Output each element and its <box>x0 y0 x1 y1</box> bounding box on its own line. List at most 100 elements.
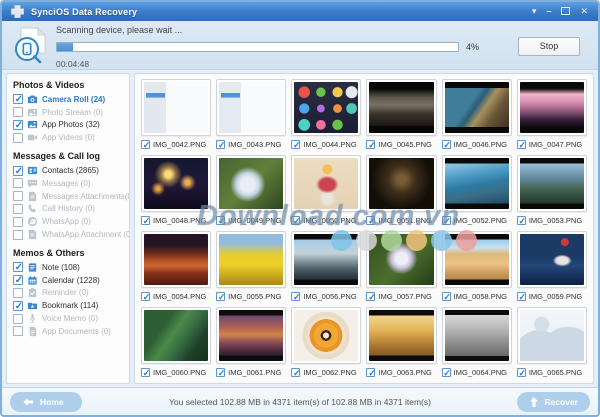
photo-thumbnail[interactable] <box>517 79 587 136</box>
messages-attachments-checkbox[interactable] <box>13 191 23 201</box>
photo-checkbox[interactable] <box>216 216 225 225</box>
sidebar-item-app-photos[interactable]: App Photos (32) <box>13 119 125 132</box>
photo-checkbox[interactable] <box>517 216 526 225</box>
photo-checkbox[interactable] <box>442 140 451 149</box>
photo-thumbnail[interactable] <box>517 155 587 212</box>
photo-checkbox[interactable] <box>141 216 150 225</box>
stop-button[interactable]: Stop <box>518 37 580 56</box>
photo-thumbnail[interactable] <box>141 307 211 364</box>
photo-thumbnail[interactable] <box>366 231 436 288</box>
maximize-button[interactable] <box>561 7 570 17</box>
sidebar-item-app-videos[interactable]: App Videos (0) <box>13 131 125 144</box>
app-photos-checkbox[interactable] <box>13 120 23 130</box>
sidebar-item-contacts[interactable]: Contacts (2865) <box>13 164 125 177</box>
photo-checkbox[interactable] <box>291 368 300 377</box>
elapsed-time: 00:04:48 <box>56 59 580 69</box>
photo-checkbox[interactable] <box>216 140 225 149</box>
photo-thumbnail[interactable] <box>366 307 436 364</box>
sidebar-item-whatsapp[interactable]: WhatsApp (0) <box>13 215 125 228</box>
sidebar-item-calendar[interactable]: Calendar (1228) <box>13 274 125 287</box>
photo-checkbox[interactable] <box>141 140 150 149</box>
contacts-checkbox[interactable] <box>13 166 23 176</box>
photo-thumbnail[interactable] <box>442 155 512 212</box>
photo-cell: IMG_0064.PNG <box>442 307 512 378</box>
sidebar-item-messages[interactable]: Messages (0) <box>13 177 125 190</box>
sidebar-item-photo-stream[interactable]: Photo Stream (0) <box>13 106 125 119</box>
app-videos-checkbox[interactable] <box>13 133 23 143</box>
photo-checkbox[interactable] <box>517 292 526 301</box>
photo-thumbnail[interactable] <box>442 231 512 288</box>
photo-thumbnail[interactable] <box>141 155 211 212</box>
photo-thumbnail[interactable] <box>216 307 286 364</box>
photo-cell: IMG_0045.PNG <box>366 79 436 150</box>
photo-thumbnail[interactable] <box>442 79 512 136</box>
sidebar-item-note[interactable]: Note (108) <box>13 261 125 274</box>
photo-checkbox[interactable] <box>366 368 375 377</box>
calendar-checkbox[interactable] <box>13 275 23 285</box>
photo-checkbox[interactable] <box>216 292 225 301</box>
photo-checkbox[interactable] <box>442 292 451 301</box>
photo-thumbnail[interactable] <box>366 79 436 136</box>
whatsapp-checkbox[interactable] <box>13 217 23 227</box>
photo-checkbox[interactable] <box>366 292 375 301</box>
note-icon <box>26 262 39 273</box>
photo-checkbox[interactable] <box>141 292 150 301</box>
photo-thumbnail[interactable] <box>291 307 361 364</box>
photo-thumbnail[interactable] <box>216 231 286 288</box>
sidebar-item-label: Calendar (1228) <box>42 276 100 285</box>
sidebar-item-messages-attachments[interactable]: Messages Attachments(0) <box>13 190 125 203</box>
photo-thumbnail[interactable] <box>291 79 361 136</box>
chat-bubble-icon <box>26 178 39 189</box>
sidebar-item-whatsapp-attachment[interactable]: WhatsApp Attachment (0) <box>13 228 125 241</box>
photo-thumbnail[interactable] <box>216 155 286 212</box>
home-button[interactable]: Home <box>10 392 82 412</box>
photo-checkbox[interactable] <box>366 140 375 149</box>
photo-thumbnail[interactable] <box>366 155 436 212</box>
note-checkbox[interactable] <box>13 262 23 272</box>
photo-thumbnail[interactable] <box>517 231 587 288</box>
minimize-button[interactable] <box>546 7 551 16</box>
photo-checkbox[interactable] <box>366 216 375 225</box>
photo-checkbox[interactable] <box>291 216 300 225</box>
photo-checkbox[interactable] <box>442 216 451 225</box>
photo-stream-checkbox[interactable] <box>13 107 23 117</box>
sidebar-item-reminder[interactable]: Reminder (0) <box>13 287 125 300</box>
photo-filename: IMG_0045.PNG <box>378 140 431 149</box>
photo-cell: IMG_0049.PNG <box>216 155 286 226</box>
photo-thumbnail[interactable] <box>141 231 211 288</box>
photo-thumbnail[interactable] <box>442 307 512 364</box>
messages-checkbox[interactable] <box>13 178 23 188</box>
sidebar-item-call-history[interactable]: Call History (0) <box>13 203 125 216</box>
camera-roll-checkbox[interactable] <box>13 94 23 104</box>
call-history-checkbox[interactable] <box>13 204 23 214</box>
photo-thumbnail[interactable] <box>517 307 587 364</box>
photo-checkbox[interactable] <box>141 368 150 377</box>
sidebar-item-app-documents[interactable]: App Documents (0) <box>13 325 125 338</box>
section-photos-videos: Photos & Videos <box>13 80 125 90</box>
photo-filename: IMG_0044.PNG <box>303 140 356 149</box>
photo-checkbox[interactable] <box>291 140 300 149</box>
photo-thumbnail[interactable] <box>216 79 286 136</box>
app-documents-checkbox[interactable] <box>13 326 23 336</box>
sidebar-item-label: Camera Roll (24) <box>42 95 105 104</box>
photo-filename: IMG_0051.PNG <box>378 216 431 225</box>
whatsapp-attachment-checkbox[interactable] <box>13 230 23 240</box>
scan-progress-fill <box>57 43 73 51</box>
sidebar-item-camera-roll[interactable]: Camera Roll (24) <box>13 93 125 106</box>
voice-memo-checkbox[interactable] <box>13 314 23 324</box>
photo-thumbnail[interactable] <box>291 231 361 288</box>
photo-checkbox[interactable] <box>517 368 526 377</box>
sidebar-item-bookmark[interactable]: Bookmark (114) <box>13 299 125 312</box>
sidebar-item-voice-memo[interactable]: Voice Memo (0) <box>13 312 125 325</box>
photo-thumbnail[interactable] <box>141 79 211 136</box>
menu-dropdown-icon[interactable] <box>532 7 537 16</box>
photo-checkbox[interactable] <box>291 292 300 301</box>
photo-thumbnail[interactable] <box>291 155 361 212</box>
photo-checkbox[interactable] <box>442 368 451 377</box>
photo-checkbox[interactable] <box>216 368 225 377</box>
reminder-checkbox[interactable] <box>13 288 23 298</box>
photo-checkbox[interactable] <box>517 140 526 149</box>
bookmark-checkbox[interactable] <box>13 301 23 311</box>
recover-button[interactable]: Recover <box>517 392 590 412</box>
close-button[interactable] <box>580 7 588 16</box>
